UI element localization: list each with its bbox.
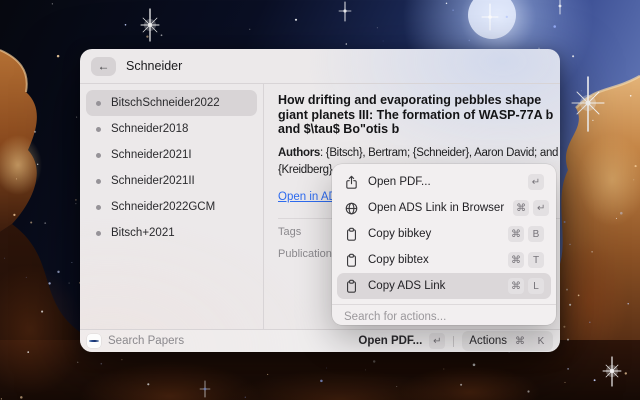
list-item-label: Schneider2021I	[111, 149, 192, 161]
list-item[interactable]: Schneider2022GCM	[86, 194, 257, 220]
bullet-icon	[96, 127, 101, 132]
back-button[interactable]: ←	[91, 57, 116, 76]
key-return: ↵	[533, 200, 549, 216]
globe-icon	[344, 201, 359, 216]
menu-item-label: Open ADS Link in Browser	[368, 202, 504, 214]
launcher-window: ← BitschSchneider2022 Schneider2018 Schn…	[80, 49, 560, 352]
paper-list: BitschSchneider2022 Schneider2018 Schnei…	[80, 84, 264, 329]
key-l: L	[528, 278, 544, 294]
menu-item-label: Open PDF...	[368, 176, 519, 188]
clipboard-icon	[344, 279, 359, 294]
actions-menu: Open PDF... ↵ Open ADS Link in Browser ⌘…	[332, 164, 556, 325]
bullet-icon	[96, 205, 101, 210]
menu-item-copy-bibkey[interactable]: Copy bibkey ⌘B	[337, 221, 551, 247]
back-arrow-icon: ←	[98, 60, 110, 72]
key-return: ↵	[528, 174, 544, 190]
clipboard-icon	[344, 253, 359, 268]
key-cmd: ⌘	[508, 278, 524, 294]
actions-label: Actions	[469, 335, 507, 347]
primary-action-button[interactable]: Open PDF...	[358, 335, 422, 347]
list-item-label: Bitsch+2021	[111, 227, 175, 239]
upload-icon	[344, 175, 359, 190]
desktop-background: ← BitschSchneider2022 Schneider2018 Schn…	[0, 0, 640, 400]
list-item-label: Schneider2021II	[111, 175, 195, 187]
key-b: B	[528, 226, 544, 242]
list-item[interactable]: BitschSchneider2022	[86, 90, 257, 116]
menu-item-label: Copy ADS Link	[368, 280, 499, 292]
key-cmd: ⌘	[512, 333, 528, 349]
key-return: ↵	[429, 333, 445, 349]
bullet-icon	[96, 179, 101, 184]
list-item[interactable]: Schneider2021I	[86, 142, 257, 168]
footer-divider	[453, 336, 454, 347]
list-item-label: BitschSchneider2022	[111, 97, 220, 109]
menu-item-open-pdf[interactable]: Open PDF... ↵	[337, 169, 551, 195]
status-bar: Search Papers Open PDF... ↵ Actions ⌘ K	[80, 329, 560, 352]
clipboard-icon	[344, 227, 359, 242]
list-item[interactable]: Bitsch+2021	[86, 220, 257, 246]
key-t: T	[528, 252, 544, 268]
paper-title: How drifting and evaporating pebbles sha…	[278, 93, 560, 137]
bullet-icon	[96, 231, 101, 236]
menu-item-copy-ads-link[interactable]: Copy ADS Link ⌘L	[337, 273, 551, 299]
search-input[interactable]	[126, 59, 549, 73]
list-item-label: Schneider2018	[111, 123, 188, 135]
bullet-icon	[96, 101, 101, 106]
menu-item-label: Copy bibkey	[368, 228, 499, 240]
search-papers-logo	[87, 334, 101, 348]
app-name: Search Papers	[108, 335, 351, 347]
menu-item-label: Copy bibtex	[368, 254, 499, 266]
actions-button[interactable]: Actions ⌘ K	[462, 331, 553, 351]
menu-item-copy-bibtex[interactable]: Copy bibtex ⌘T	[337, 247, 551, 273]
authors-label: Authors	[278, 147, 320, 159]
list-item[interactable]: Schneider2021II	[86, 168, 257, 194]
list-item[interactable]: Schneider2018	[86, 116, 257, 142]
key-cmd: ⌘	[508, 226, 524, 242]
key-k: K	[533, 333, 549, 349]
key-cmd: ⌘	[513, 200, 529, 216]
list-item-label: Schneider2022GCM	[111, 201, 215, 213]
actions-search-input[interactable]	[332, 305, 556, 328]
bullet-icon	[96, 153, 101, 158]
key-cmd: ⌘	[508, 252, 524, 268]
window-header: ←	[80, 49, 560, 84]
menu-item-open-ads-link[interactable]: Open ADS Link in Browser ⌘↵	[337, 195, 551, 221]
